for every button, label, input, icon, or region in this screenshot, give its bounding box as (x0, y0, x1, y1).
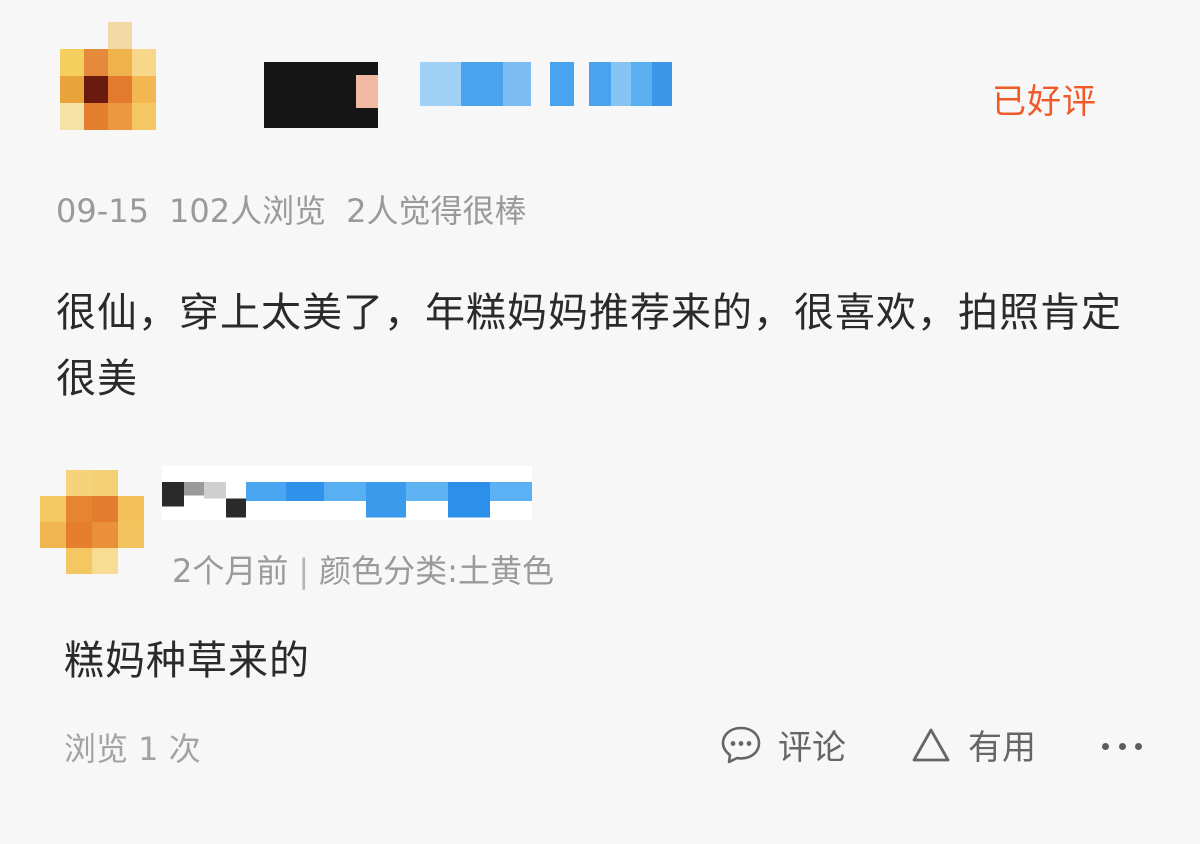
comment-label: 评论 (778, 728, 846, 768)
meta-separator: | (298, 552, 310, 590)
username-blurred (264, 62, 378, 128)
user-level-blurred (420, 62, 672, 106)
avatar[interactable] (60, 22, 156, 130)
variant-label: 颜色分类:土黄色 (319, 552, 554, 590)
reply-content: 糕妈种草来的 (64, 638, 310, 684)
reply-meta: 2个月前 | 颜色分类:土黄色 (172, 546, 554, 592)
useful-label: 有用 (968, 728, 1036, 768)
comment-bubble-icon (721, 726, 761, 763)
comment-button[interactable]: 评论 (720, 720, 846, 769)
more-dots-icon[interactable] (1102, 736, 1142, 756)
triangle-up-icon (912, 728, 950, 761)
status-badge: 已好评 (992, 82, 1097, 122)
review-date: 09-15 (56, 192, 149, 230)
view-count: 102人浏览 (168, 192, 327, 230)
like-count: 2人觉得很棒 (346, 192, 527, 230)
avatar[interactable] (40, 470, 144, 574)
useful-button[interactable]: 有用 (910, 720, 1036, 769)
review-content: 很仙，穿上太美了，年糕妈妈推荐来的，很喜欢，拍照肯定很美 (56, 290, 1122, 402)
review-meta: 09-15 102人浏览 2人觉得很棒 (56, 186, 546, 232)
view-count-footer: 浏览 1 次 (64, 730, 201, 768)
reply-time: 2个月前 (172, 552, 289, 590)
username-blurred (162, 466, 532, 520)
